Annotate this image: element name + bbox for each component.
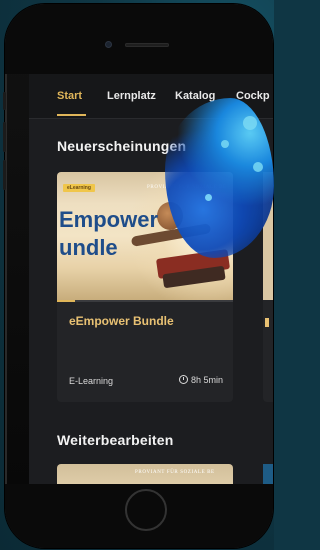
tab-start[interactable]: Start: [57, 90, 82, 102]
top-bezel: [5, 4, 273, 74]
course-progress-track: [57, 300, 233, 302]
continue-card-brand-text: PROVIANT FÜR SOZIALE BE: [135, 470, 215, 475]
tab-lernplatz[interactable]: Lernplatz: [107, 90, 156, 102]
clock-icon: [178, 375, 188, 384]
earpiece-speaker: [125, 43, 169, 47]
course-type: E-Learning: [69, 376, 114, 386]
course-duration-value: 8h 5min: [190, 375, 223, 385]
blob-spot: [205, 194, 212, 201]
volume-down-button: [3, 160, 6, 190]
active-tab-indicator: [57, 114, 86, 116]
phone-frame: Start Lernplatz Katalog Cockp Neuerschei…: [5, 4, 273, 548]
blob-spot: [221, 140, 229, 148]
course-tag-badge: eLearning: [63, 184, 95, 192]
course-headline-line-2: undle: [59, 235, 118, 260]
home-button[interactable]: [125, 489, 167, 531]
blob-spot: [243, 116, 257, 130]
tab-katalog[interactable]: Katalog: [175, 90, 215, 102]
volume-up-button: [3, 122, 6, 152]
front-camera: [106, 42, 111, 47]
course-headline: Empower undle: [59, 206, 158, 262]
course-duration: 8h 5min: [178, 375, 223, 385]
blob-spot: [253, 162, 263, 172]
mute-switch: [3, 92, 6, 110]
course-title[interactable]: eEmpower Bundle: [69, 314, 174, 328]
course-headline-line-1: Empower: [59, 207, 159, 232]
decorative-blue-blob: [165, 98, 274, 258]
section-title-continue: Weiterbearbeiten: [57, 432, 174, 448]
course-progress-fill: [57, 300, 75, 302]
course-card-next-title-fragment: [265, 318, 269, 327]
